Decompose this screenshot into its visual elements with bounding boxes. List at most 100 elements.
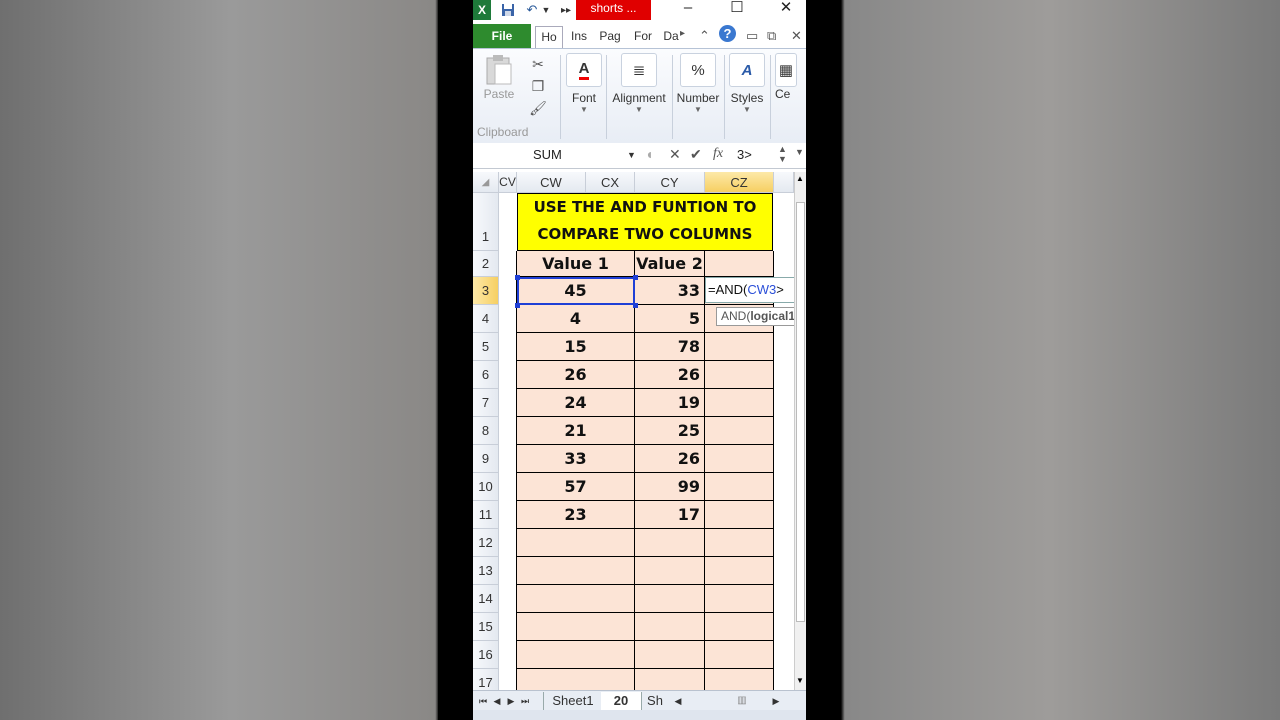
empty-cell[interactable] [517, 585, 635, 613]
scroll-up-icon[interactable]: ▲ [796, 174, 804, 183]
vertical-scroll-thumb[interactable] [796, 202, 805, 622]
column-header-next[interactable] [774, 172, 794, 193]
column-header-cw[interactable]: CW [517, 172, 586, 193]
empty-cell[interactable] [517, 557, 635, 585]
minimize-button[interactable]: – [673, 0, 703, 18]
result-cell[interactable] [705, 557, 774, 585]
window-minimize-icon[interactable]: ▭ [746, 28, 758, 44]
result-cell[interactable] [705, 251, 774, 277]
selection-handle[interactable] [515, 275, 520, 280]
value2-cell[interactable]: 99 [635, 473, 705, 501]
column-header-cz[interactable]: CZ [705, 172, 774, 193]
help-icon[interactable]: ? [719, 25, 736, 42]
tab-file[interactable]: File [473, 24, 531, 48]
empty-cell[interactable] [635, 585, 705, 613]
result-cell[interactable] [705, 445, 774, 473]
tab-formulas[interactable]: For [630, 26, 656, 48]
header-cell-value2[interactable]: Value 2 [635, 251, 705, 277]
tab-page-layout[interactable]: Pag [597, 26, 623, 48]
window-close-icon[interactable]: ✕ [791, 28, 802, 44]
formula-bar-scroll-icon[interactable]: ▲ ▼ [778, 144, 787, 164]
vertical-scrollbar[interactable]: ▲ ▼ [794, 172, 806, 692]
cut-icon[interactable]: ✂ [523, 53, 553, 75]
selection-handle[interactable] [633, 303, 638, 308]
row-header[interactable]: 1 [473, 193, 499, 251]
formula-bar-resize-icon[interactable]: ◖ [645, 146, 653, 162]
tab-data[interactable]: Da [662, 26, 680, 48]
value2-cell[interactable]: 19 [635, 389, 705, 417]
expand-formula-bar-icon[interactable]: ▼ [795, 147, 804, 157]
tooltip-argument[interactable]: logical1 [750, 309, 795, 323]
value1-cell[interactable]: 4 [517, 305, 635, 333]
row-header[interactable]: 8 [473, 417, 499, 445]
hscroll-thumb[interactable]: ▥ [735, 692, 749, 710]
sheet-tab-20[interactable]: 20 [601, 692, 642, 710]
select-all-corner[interactable]: ◢ [473, 172, 499, 193]
row-header[interactable]: 6 [473, 361, 499, 389]
empty-cell[interactable] [635, 613, 705, 641]
result-cell[interactable] [705, 613, 774, 641]
result-cell[interactable] [705, 361, 774, 389]
value2-cell[interactable]: 26 [635, 445, 705, 473]
excel-logo-icon[interactable]: X [473, 0, 491, 20]
row-header[interactable]: 3 [473, 277, 499, 305]
row-header[interactable]: 14 [473, 585, 499, 613]
save-icon[interactable] [499, 0, 517, 20]
more-icon[interactable]: ▸▸ [559, 0, 573, 20]
column-header-cx[interactable]: CX [586, 172, 635, 193]
copy-icon[interactable]: ❐ [523, 75, 553, 97]
empty-cell[interactable] [517, 613, 635, 641]
prev-sheet-icon[interactable]: ◀ [491, 692, 503, 710]
window-restore-icon[interactable]: ⧉ [767, 28, 776, 44]
value1-cell[interactable]: 24 [517, 389, 635, 417]
hscroll-right-icon[interactable]: ▶ [771, 692, 781, 710]
selection-handle[interactable] [633, 275, 638, 280]
value2-cell[interactable]: 5 [635, 305, 705, 333]
empty-cell[interactable] [635, 641, 705, 669]
tab-home[interactable]: Ho [535, 26, 563, 49]
result-cell[interactable] [705, 529, 774, 557]
styles-group[interactable]: A Styles ▼ [727, 53, 767, 114]
empty-cell[interactable] [517, 529, 635, 557]
next-sheet-icon[interactable]: ▶ [505, 692, 517, 710]
sheet-title-cell[interactable]: USE THE AND FUNTION TO COMPARE TWO COLUM… [517, 193, 773, 251]
name-box-dropdown-icon[interactable]: ▼ [627, 145, 636, 165]
enter-icon[interactable]: ✔ [690, 146, 702, 163]
hscroll-left-icon[interactable]: ◀ [673, 692, 683, 710]
column-header-cy[interactable]: CY [635, 172, 705, 193]
close-button[interactable]: ✕ [771, 0, 801, 18]
cancel-icon[interactable]: ✕ [669, 146, 681, 163]
value1-cell[interactable]: 26 [517, 361, 635, 389]
empty-cell[interactable] [635, 557, 705, 585]
font-group[interactable]: A Font ▼ [565, 53, 603, 114]
row-header[interactable]: 13 [473, 557, 499, 585]
row-header[interactable]: 2 [473, 251, 499, 277]
format-painter-icon[interactable]: 🖌 [523, 97, 553, 119]
sheet-tab-sh[interactable]: Sh [643, 692, 667, 710]
row-header[interactable]: 5 [473, 333, 499, 361]
dropdown-icon[interactable]: ▼ [541, 0, 551, 20]
value2-cell[interactable]: 17 [635, 501, 705, 529]
row-header[interactable]: 12 [473, 529, 499, 557]
paste-group[interactable]: Paste [477, 53, 521, 101]
row-header[interactable]: 15 [473, 613, 499, 641]
row-header[interactable]: 10 [473, 473, 499, 501]
number-group[interactable]: % Number ▼ [675, 53, 721, 114]
maximize-button[interactable]: ☐ [722, 0, 752, 18]
empty-cell[interactable] [635, 529, 705, 557]
result-cell[interactable] [705, 501, 774, 529]
formula-input[interactable]: 3> [737, 145, 777, 165]
scroll-down-icon[interactable]: ▼ [796, 676, 804, 685]
row-header[interactable]: 4 [473, 305, 499, 333]
result-cell[interactable] [705, 333, 774, 361]
tab-scroll-icon[interactable]: ▸ [680, 28, 685, 39]
row-header[interactable]: 11 [473, 501, 499, 529]
first-sheet-icon[interactable]: ⏮ [477, 692, 489, 710]
row-header[interactable]: 7 [473, 389, 499, 417]
value1-cell[interactable]: 15 [517, 333, 635, 361]
undo-icon[interactable]: ↶ [523, 0, 541, 20]
tab-insert[interactable]: Ins [567, 26, 591, 48]
value1-cell[interactable]: 33 [517, 445, 635, 473]
header-cell-value1[interactable]: Value 1 [517, 251, 635, 277]
value1-cell[interactable]: 45 [517, 277, 635, 305]
